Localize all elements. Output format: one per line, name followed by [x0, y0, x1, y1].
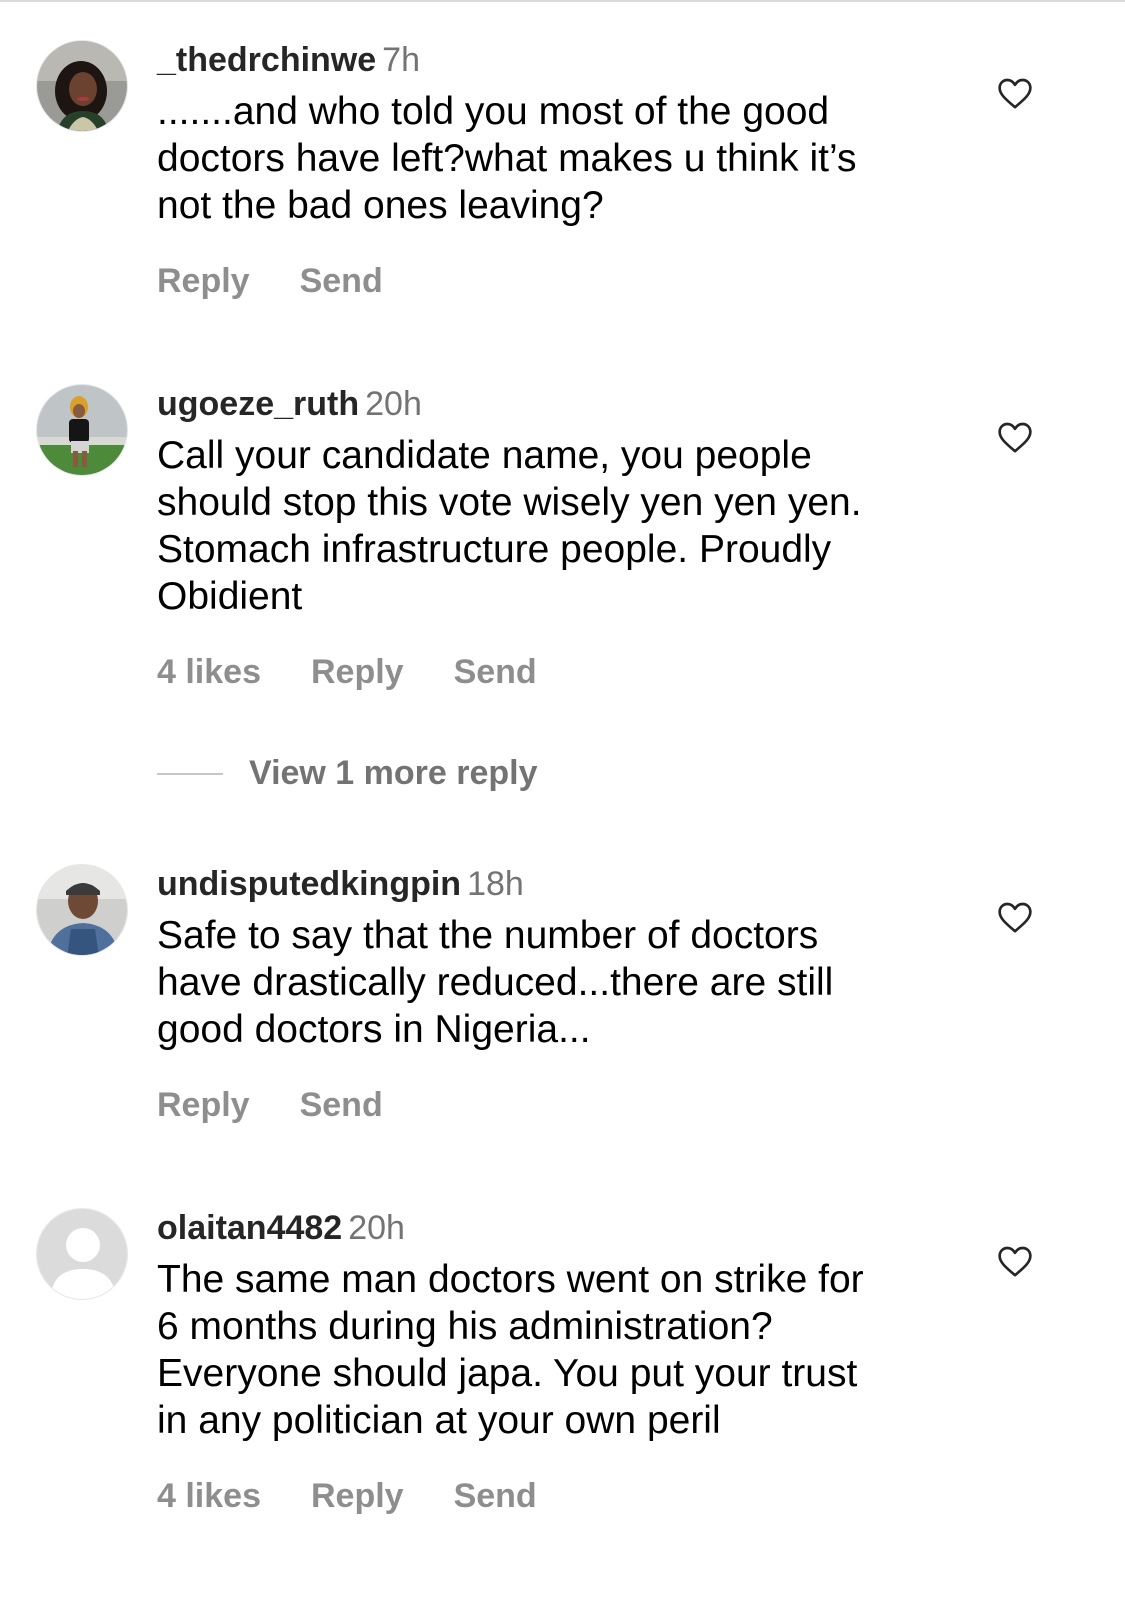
- avatar[interactable]: [36, 384, 128, 476]
- comment-text: Safe to say that the number of doctors h…: [157, 912, 947, 1053]
- timestamp: 18h: [467, 865, 524, 903]
- reply-button[interactable]: Reply: [157, 1085, 250, 1125]
- comment-line: Obidient: [157, 575, 303, 618]
- comment-line: .......and who told you most of the good: [157, 90, 830, 133]
- profile-photo-icon: [37, 41, 127, 131]
- comment-text: The same man doctors went on strike for …: [157, 1256, 947, 1444]
- comment-line: 6 months during his administration?: [157, 1305, 773, 1348]
- top-divider: [0, 0, 1125, 2]
- username[interactable]: olaitan4482: [157, 1209, 342, 1247]
- comment-line: Safe to say that the number of doctors: [157, 914, 819, 957]
- avatar[interactable]: [36, 1208, 128, 1300]
- likes-count[interactable]: 4 likes: [157, 652, 261, 692]
- send-button[interactable]: Send: [300, 1085, 383, 1125]
- comment-line: good doctors in Nigeria...: [157, 1008, 591, 1051]
- comment-line: Everyone should japa. You put your trust: [157, 1352, 858, 1395]
- view-more-replies-label: View 1 more reply: [249, 754, 538, 792]
- username[interactable]: _thedrchinwe: [157, 41, 376, 79]
- profile-photo-icon: [37, 385, 127, 475]
- username[interactable]: ugoeze_ruth: [157, 385, 359, 423]
- comment-header: olaitan4482 20h: [157, 1208, 957, 1248]
- view-more-replies-button[interactable]: View 1 more reply: [157, 754, 538, 798]
- timestamp: 20h: [365, 385, 422, 423]
- avatar[interactable]: [36, 40, 128, 132]
- comment-actions: 4 likes Reply Send: [157, 1476, 957, 1516]
- reply-button[interactable]: Reply: [311, 652, 404, 692]
- username[interactable]: undisputedkingpin: [157, 865, 461, 903]
- comment-line: not the bad ones leaving?: [157, 184, 604, 227]
- comment-header: ugoeze_ruth 20h: [157, 384, 957, 424]
- comment-actions: 4 likes Reply Send: [157, 652, 957, 692]
- comment-line: in any politician at your own peril: [157, 1399, 721, 1442]
- timestamp: 7h: [382, 41, 420, 79]
- comment-text: Call your candidate name, you people sho…: [157, 432, 947, 620]
- comment-line: have drastically reduced...there are sti…: [157, 961, 834, 1004]
- timestamp: 20h: [348, 1209, 405, 1247]
- comment-header: _thedrchinwe 7h: [157, 40, 957, 80]
- comment-header: undisputedkingpin 18h: [157, 864, 957, 904]
- reply-button[interactable]: Reply: [157, 261, 250, 301]
- comment-actions: Reply Send: [157, 261, 957, 301]
- likes-count[interactable]: 4 likes: [157, 1476, 261, 1516]
- heart-outline-icon[interactable]: [995, 73, 1035, 113]
- heart-outline-icon[interactable]: [995, 1241, 1035, 1281]
- comment-actions: Reply Send: [157, 1085, 957, 1125]
- comment-line: Stomach infrastructure people. Proudly: [157, 528, 832, 571]
- send-button[interactable]: Send: [454, 1476, 537, 1516]
- reply-button[interactable]: Reply: [311, 1476, 404, 1516]
- avatar[interactable]: [36, 864, 128, 956]
- heart-outline-icon[interactable]: [995, 897, 1035, 937]
- comment-line: should stop this vote wisely yen yen yen…: [157, 481, 862, 524]
- heart-outline-icon[interactable]: [995, 417, 1035, 457]
- comment-text: .......and who told you most of the good…: [157, 88, 947, 229]
- default-avatar-icon: [37, 1209, 127, 1299]
- reply-thread-line: [157, 772, 223, 775]
- comment-line: The same man doctors went on strike for: [157, 1258, 864, 1301]
- profile-photo-icon: [37, 865, 127, 955]
- send-button[interactable]: Send: [300, 261, 383, 301]
- comment-line: Call your candidate name, you people: [157, 434, 812, 477]
- send-button[interactable]: Send: [454, 652, 537, 692]
- comment-line: doctors have left?what makes u think it’…: [157, 137, 857, 180]
